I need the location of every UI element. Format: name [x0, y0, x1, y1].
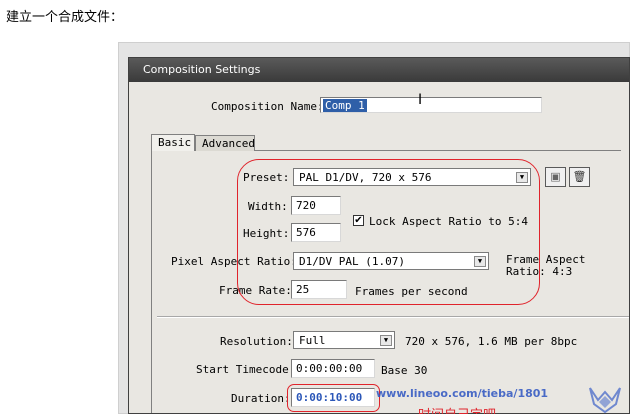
section-divider [157, 316, 629, 318]
floppy-disk-icon[interactable]: ▣ [545, 167, 566, 187]
trash-icon[interactable]: 🗑 [569, 167, 590, 187]
chevron-down-icon: ▼ [380, 335, 392, 346]
resolution-value: Full [299, 334, 326, 347]
composition-settings-dialog: Composition Settings Composition Name: C… [128, 57, 630, 414]
timecode-base: Base 30 [381, 364, 428, 377]
duration-label: Duration: [231, 392, 291, 405]
text-cursor-icon: I [418, 92, 423, 108]
dialog-title: Composition Settings [129, 58, 629, 82]
resolution-label: Resolution: [220, 335, 293, 348]
watermark-text: www.lineoo.com/tieba/1801 [376, 387, 549, 400]
page-caption: 建立一个合成文件： [6, 10, 124, 25]
start-timecode-label: Start Timecode: [196, 363, 296, 376]
tab-advanced[interactable]: Advanced [195, 135, 255, 151]
comp-name-input[interactable]: Comp 1 [320, 97, 542, 113]
bird-logo-icon [589, 387, 621, 414]
resolution-info: 720 x 576, 1.6 MB per 8bpc [405, 335, 578, 348]
tab-basic[interactable]: Basic [151, 134, 195, 151]
comp-name-value: Comp 1 [323, 99, 367, 112]
resolution-select[interactable]: Full ▼ [293, 331, 395, 349]
annotation-highlight-oval [237, 159, 540, 305]
comp-name-label: Composition Name: [211, 100, 324, 113]
start-timecode-input[interactable]: 0:00:00:00 [291, 359, 375, 378]
annotation-note: 时间自己定吧 [418, 404, 496, 414]
annotation-highlight-duration [287, 384, 380, 412]
